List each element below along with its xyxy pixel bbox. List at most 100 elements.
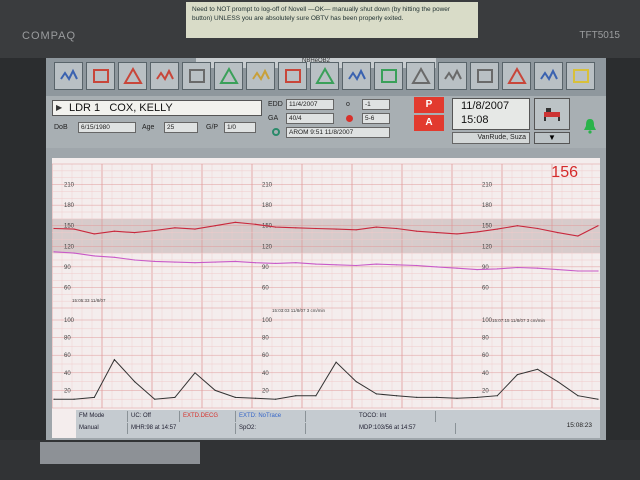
annotate-button[interactable]: [118, 62, 147, 90]
toco-label: TOCO: Int: [356, 411, 436, 422]
fhr-trace-point: [113, 230, 115, 232]
mhr-trace-point: [214, 261, 216, 263]
grid-button[interactable]: [406, 62, 435, 90]
download-button[interactable]: [374, 62, 403, 90]
mhr-trace-point: [416, 264, 418, 267]
toco-trace-point: [113, 359, 115, 361]
status-field: AROM 9:51 11/8/2007: [286, 127, 390, 138]
mhr-trace-point: [194, 262, 196, 264]
fhr-tick-label: 180: [482, 203, 493, 209]
fhr-trace-point: [275, 226, 277, 228]
trend-button[interactable]: [150, 62, 179, 90]
o-field: -1: [362, 99, 390, 110]
vitals-button[interactable]: [310, 62, 339, 90]
print-button[interactable]: [470, 62, 499, 90]
swap-button[interactable]: [86, 62, 115, 90]
fhr-tick-label: 90: [262, 265, 269, 271]
waveform-icon: [59, 68, 78, 81]
annotate-icon: [122, 67, 143, 84]
toco-trace-point: [295, 395, 297, 397]
status-indicator-icon: [272, 128, 280, 136]
chevron-down-icon[interactable]: ▼: [534, 132, 570, 144]
mhr-trace-point: [436, 266, 438, 268]
toco-trace-point: [537, 368, 539, 370]
toco-trace-point: [53, 398, 55, 400]
fhr-trace-point: [476, 231, 478, 233]
toco-trace-point: [456, 397, 458, 399]
o-label: o: [346, 101, 350, 108]
fhr-trace-point: [73, 228, 75, 230]
station-field: 5-6: [362, 113, 390, 124]
flag-p-button[interactable]: P: [414, 97, 444, 113]
table-icon: [443, 68, 462, 81]
bed-button[interactable]: [534, 62, 563, 90]
fhr-trace-point: [194, 228, 196, 230]
calculator-button[interactable]: [182, 62, 211, 90]
fhr-tick-label: 150: [482, 224, 493, 230]
search-button[interactable]: [214, 62, 243, 90]
swap-icon: [92, 69, 109, 83]
monitor-screen: NBHeOB2 LDR 1 COX, KELLY DoB 6/15/1980 A…: [46, 58, 606, 440]
fhr-tick-label: 120: [64, 244, 75, 250]
trend-icon: [155, 68, 174, 81]
fhr-trace-point: [154, 229, 156, 232]
toco-trace-point: [436, 396, 438, 398]
fhr-trace-point: [395, 227, 398, 230]
table-button[interactable]: [438, 62, 467, 90]
gp-field: 1/0: [224, 122, 256, 133]
mhr-trace-point: [496, 268, 498, 270]
uc-label: UC: Off: [128, 411, 180, 422]
flag-a-button[interactable]: A: [414, 115, 444, 131]
folder-button[interactable]: [342, 62, 371, 90]
mhr-trace-point: [395, 264, 398, 266]
lock-button[interactable]: [502, 62, 531, 90]
nurse-name: VanRude, Suza: [452, 132, 530, 144]
gp-label: G/P: [206, 124, 219, 131]
toco-tick-label: 20: [64, 388, 71, 394]
mhr-trace-point: [456, 267, 458, 269]
waveform-button[interactable]: [54, 62, 83, 90]
mhr-trace-point: [375, 263, 377, 265]
mhr-trace-point: [134, 259, 136, 261]
fhr-trace-point: [295, 227, 297, 229]
mhr-trace-point: [557, 269, 559, 271]
fhr-tick-label: 120: [482, 244, 493, 250]
normal-band: [52, 218, 600, 254]
date-text: 11/8/2007: [461, 100, 510, 112]
fhr-trace-point: [315, 227, 317, 230]
strip-note: 15:07:15 11/8/07 3 cm/min: [492, 318, 545, 323]
alarm-bell-button[interactable]: [572, 110, 606, 142]
mhr-trace-point: [234, 260, 236, 262]
patient-name: COX, KELLY: [109, 102, 173, 114]
search-icon: [218, 67, 239, 84]
fhr-tick-label: 210: [482, 183, 493, 189]
fhr-tick-label: 210: [64, 183, 75, 189]
toco-tick-label: 100: [262, 318, 273, 324]
ga-field: 40/4: [286, 113, 334, 124]
age-label: Age: [142, 124, 155, 131]
magnify-button[interactable]: [246, 62, 275, 90]
mhr-trace-point: [355, 264, 357, 267]
time-text: 15:08: [461, 114, 489, 126]
toco-trace-point: [516, 374, 518, 376]
patient-list-button[interactable]: [278, 62, 307, 90]
toco-trace-point: [134, 381, 136, 383]
mhr-trace: [53, 251, 598, 272]
mhr-trace-point: [73, 252, 75, 254]
bed-button[interactable]: [534, 98, 570, 130]
toco-trace-point: [496, 395, 498, 397]
mhr-trace-point: [275, 262, 277, 264]
bed-label: LDR 1: [69, 102, 101, 114]
patient-selector[interactable]: LDR 1 COX, KELLY: [52, 100, 262, 116]
toco-trace-point: [73, 398, 75, 400]
toco-tick-label: 40: [64, 371, 71, 377]
mhr-trace-point: [335, 264, 337, 266]
toco-trace-point: [375, 393, 377, 395]
help-button[interactable]: [566, 62, 595, 90]
toco-trace-point: [335, 361, 337, 363]
fhr-trace-point: [496, 228, 498, 230]
toco-tick-label: 100: [64, 318, 75, 324]
age-field: 25: [164, 122, 198, 133]
download-icon: [380, 69, 397, 83]
mhr-trace-point: [174, 261, 176, 263]
